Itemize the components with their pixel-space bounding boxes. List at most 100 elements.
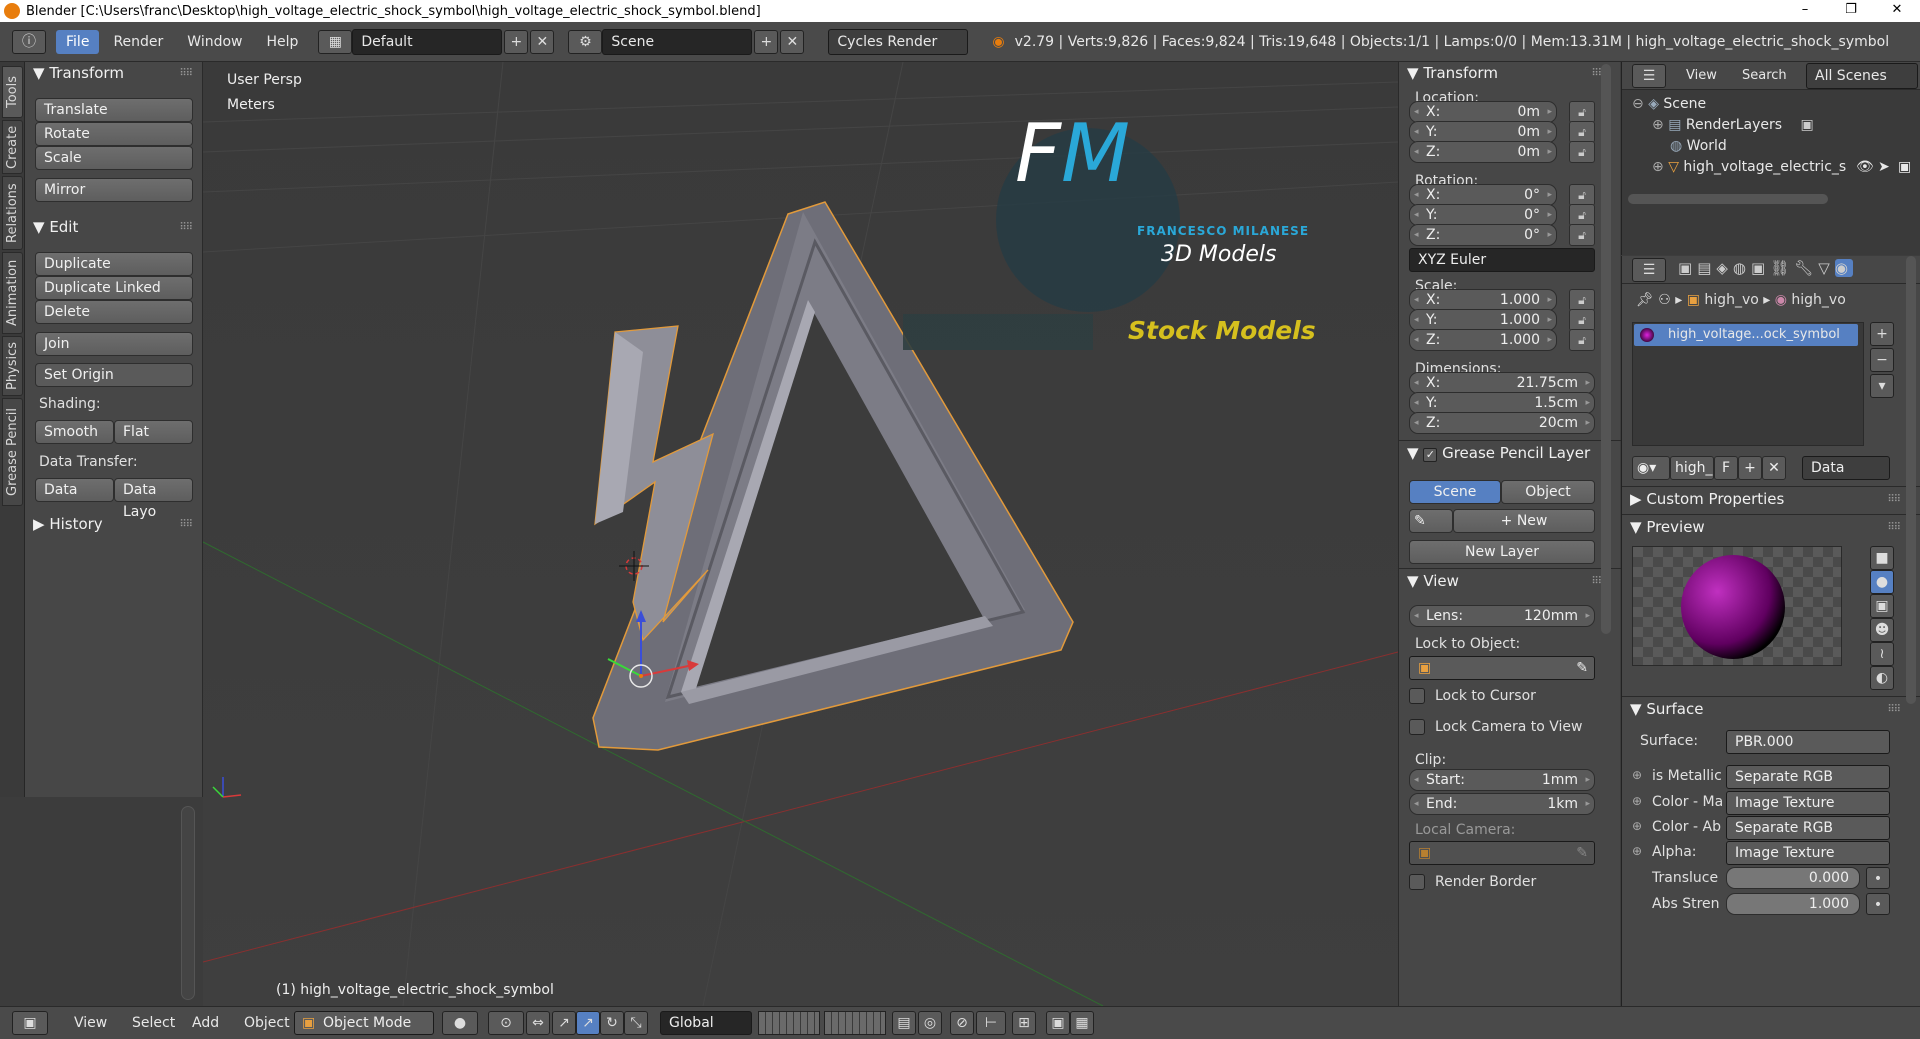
surface-shader-select[interactable]: PBR.000 bbox=[1726, 730, 1890, 754]
scrollbar[interactable] bbox=[1601, 64, 1611, 634]
screen-layout-field[interactable]: Default bbox=[352, 28, 503, 55]
pencil-icon[interactable]: ✎ bbox=[1409, 509, 1453, 533]
render-layer-icon[interactable]: ▣ bbox=[1801, 117, 1814, 133]
tab-grease-pencil[interactable]: Grease Pencil bbox=[2, 398, 23, 506]
menu-window[interactable]: Window bbox=[177, 30, 252, 54]
world-tab-icon[interactable]: ◍ bbox=[1733, 259, 1751, 277]
location-y-field[interactable]: ◂ Y: 0m ▸ bbox=[1409, 121, 1557, 143]
fake-user-button[interactable]: F bbox=[1714, 456, 1738, 480]
preview-monkey-icon[interactable]: ☻ bbox=[1870, 618, 1894, 642]
rotate-manipulator-icon[interactable]: ↻ bbox=[600, 1011, 624, 1035]
editor-type-info-icon[interactable]: ⓘ bbox=[12, 29, 46, 54]
scale-y-field[interactable]: ◂ Y: 1.000 ▸ bbox=[1409, 309, 1557, 331]
snap-element-icon[interactable]: ⊢ bbox=[976, 1011, 1006, 1035]
selectable-cursor-icon[interactable]: ➤ bbox=[1878, 159, 1890, 175]
add-slot-icon[interactable]: + bbox=[1870, 322, 1894, 346]
clip-start-field[interactable]: ◂ Start: 1mm ▸ bbox=[1409, 769, 1595, 791]
add-layout-icon[interactable]: + bbox=[504, 29, 529, 54]
outliner-world-row[interactable]: ◍ World bbox=[1670, 138, 1727, 154]
socket-icon[interactable]: • bbox=[1866, 867, 1890, 889]
menu-file[interactable]: File bbox=[56, 29, 100, 54]
lock-icon[interactable]: 🔓︎ bbox=[1569, 224, 1595, 246]
remove-layout-icon[interactable]: ✕ bbox=[530, 29, 555, 54]
smooth-button[interactable]: Smooth bbox=[35, 420, 114, 444]
lens-field[interactable]: ◂ Lens: 120mm ▸ bbox=[1409, 605, 1595, 627]
preview-sky-icon[interactable]: ◐ bbox=[1870, 666, 1894, 690]
layer-buttons-b[interactable] bbox=[824, 1011, 886, 1035]
view-menu[interactable]: View bbox=[64, 1011, 117, 1035]
transform-orientation-select[interactable]: Global bbox=[660, 1011, 752, 1035]
clip-end-field[interactable]: ◂ End: 1km ▸ bbox=[1409, 793, 1595, 815]
translate-manipulator-icon[interactable]: ↗ bbox=[552, 1011, 576, 1035]
3d-viewport[interactable]: User Persp Meters (1) high_voltage_elect… bbox=[203, 62, 1398, 1006]
preview-header[interactable]: ▼ Preview bbox=[1630, 518, 1705, 536]
expand-icon[interactable]: ⊕ bbox=[1632, 768, 1642, 782]
panel-grip-icon[interactable]: ⠿⠿ bbox=[179, 519, 193, 530]
dimension-x-field[interactable]: ◂ X: 21.75cm ▸ bbox=[1409, 372, 1595, 394]
new-layer-button[interactable]: New Layer bbox=[1409, 540, 1595, 564]
visibility-eye-icon[interactable]: 👁︎ bbox=[1856, 159, 1874, 175]
close-button[interactable]: ✕ bbox=[1874, 0, 1920, 22]
data-tab-icon[interactable]: ▽ bbox=[1818, 259, 1835, 277]
scale-button[interactable]: Scale bbox=[35, 146, 193, 170]
input-link-select[interactable]: Image Texture bbox=[1726, 791, 1890, 815]
tab-create[interactable]: Create bbox=[2, 120, 23, 174]
panel-grip-icon[interactable]: ⠿⠿ bbox=[179, 222, 193, 233]
data-layout-button[interactable]: Data Layo bbox=[114, 478, 193, 520]
viewport-shading-icon[interactable]: ● bbox=[442, 1011, 478, 1035]
socket-icon[interactable]: • bbox=[1866, 893, 1890, 915]
scrollbar[interactable] bbox=[181, 806, 195, 1000]
add-menu[interactable]: Add bbox=[182, 1011, 229, 1035]
input-link-select[interactable]: Separate RGB bbox=[1726, 816, 1890, 840]
manipulator-toggle-icon[interactable]: ⇔ bbox=[526, 1011, 550, 1035]
render-tab-icon[interactable]: ▣ bbox=[1678, 259, 1697, 277]
location-x-field[interactable]: ◂ X: 0m ▸ bbox=[1409, 101, 1557, 123]
rotation-x-field[interactable]: ◂ X: 0° ▸ bbox=[1409, 184, 1557, 206]
outliner-object-row[interactable]: ⊕ ▽ high_voltage_electric_s bbox=[1652, 159, 1846, 175]
object-menu[interactable]: Object bbox=[234, 1011, 300, 1035]
outliner-view-menu[interactable]: View bbox=[1676, 64, 1727, 87]
preview-cube-icon[interactable]: ▣ bbox=[1870, 594, 1894, 618]
expand-icon[interactable]: ⊕ bbox=[1652, 159, 1664, 175]
duplicate-linked-button[interactable]: Duplicate Linked bbox=[35, 276, 193, 300]
tab-relations[interactable]: Relations bbox=[2, 176, 23, 250]
lock-icon[interactable]: 🔓︎ bbox=[1569, 204, 1595, 226]
duplicate-button[interactable]: Duplicate bbox=[35, 252, 193, 276]
panel-grip-icon[interactable]: ⠿⠿ bbox=[1887, 704, 1901, 715]
scene-button[interactable]: Scene bbox=[1409, 480, 1501, 504]
lock-object-field[interactable]: ▣ ✎ bbox=[1409, 656, 1595, 680]
editor-type-3d-icon[interactable]: ▣ bbox=[12, 1011, 48, 1035]
object-button[interactable]: Object bbox=[1501, 480, 1595, 504]
delete-button[interactable]: Delete bbox=[35, 300, 193, 324]
grease-pencil-layer-header[interactable]: ▼ ✓ Grease Pencil Layer bbox=[1407, 444, 1590, 462]
preview-flat-icon[interactable]: ■ bbox=[1870, 546, 1894, 570]
snap-target-icon[interactable]: ⊞ bbox=[1012, 1011, 1036, 1035]
lock-layers-icon[interactable]: ▤ bbox=[892, 1011, 916, 1035]
menu-help[interactable]: Help bbox=[256, 30, 308, 54]
expand-icon[interactable]: ⊕ bbox=[1632, 819, 1642, 833]
location-z-field[interactable]: ◂ Z: 0m ▸ bbox=[1409, 141, 1557, 163]
layer-buttons-a[interactable] bbox=[758, 1011, 820, 1035]
modifiers-tab-icon[interactable]: 🔧︎ bbox=[1794, 259, 1818, 277]
checkmark-icon[interactable]: ✓ bbox=[1423, 448, 1438, 462]
display-mode-select[interactable]: All Scenes bbox=[1806, 63, 1918, 89]
dimension-z-field[interactable]: ◂ Z: 20cm ▸ bbox=[1409, 412, 1595, 434]
data-button[interactable]: Data bbox=[35, 478, 114, 502]
scene-icon[interactable]: ⚙ bbox=[568, 29, 603, 54]
new-gp-button[interactable]: + New bbox=[1453, 509, 1595, 533]
material-slot-item[interactable]: high_voltage...ock_symbol bbox=[1634, 324, 1858, 346]
outliner-renderlayers-row[interactable]: ⊕ ▤ RenderLayers ▣ bbox=[1652, 117, 1814, 133]
maximize-button[interactable]: ❐ bbox=[1828, 0, 1874, 22]
expand-icon[interactable]: ⊕ bbox=[1632, 844, 1642, 858]
transform-panel-header[interactable]: ▼ Transform bbox=[1407, 64, 1498, 82]
rotation-mode-select[interactable]: XYZ Euler bbox=[1409, 248, 1595, 272]
layers-tab-icon[interactable]: ▤ bbox=[1697, 259, 1716, 277]
scale-x-field[interactable]: ◂ X: 1.000 ▸ bbox=[1409, 289, 1557, 311]
render-border-checkbox[interactable] bbox=[1409, 874, 1425, 890]
slot-menu-icon[interactable]: ▾ bbox=[1870, 374, 1894, 398]
new-material-icon[interactable]: + bbox=[1738, 456, 1762, 480]
link-data-select[interactable]: Data bbox=[1802, 456, 1890, 480]
custom-properties-header[interactable]: ▶ Custom Properties bbox=[1630, 490, 1784, 508]
edit-panel-header[interactable]: ▼ Edit bbox=[33, 218, 78, 236]
render-camera-icon[interactable]: ▣ bbox=[1898, 159, 1911, 175]
